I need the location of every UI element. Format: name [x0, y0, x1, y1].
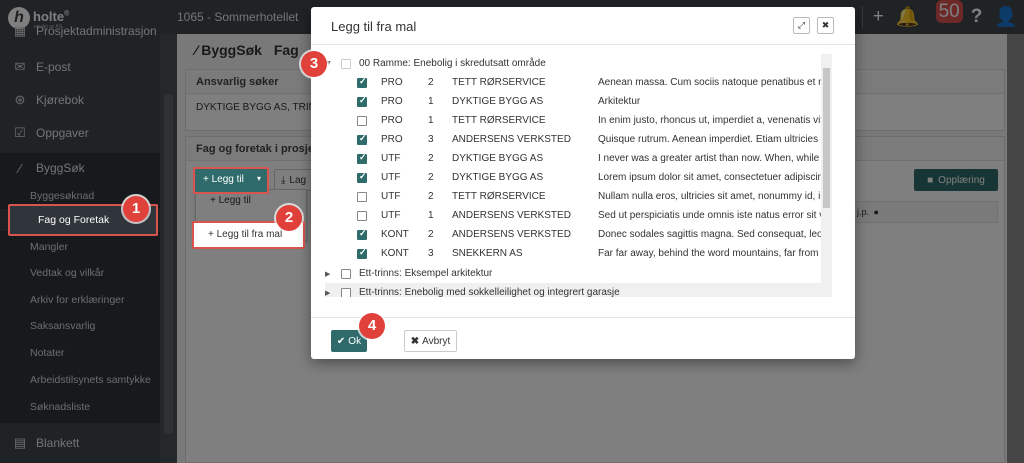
step-2-badge: 2	[276, 205, 302, 231]
table-row[interactable]: PRO3ANDERSENS VERKSTEDQuisque rutrum. Ae…	[325, 130, 826, 149]
row-checkbox[interactable]	[357, 247, 367, 259]
row-checkbox[interactable]	[357, 228, 367, 240]
group-checkbox[interactable]	[341, 268, 351, 279]
expand-icon[interactable]: ⤢	[793, 17, 810, 34]
table-row[interactable]: KONT2ANDERSENS VERKSTEDDonec sodales sag…	[325, 225, 826, 244]
group-checkbox[interactable]	[341, 58, 351, 69]
cancel-button[interactable]: ✖ Avbryt	[404, 330, 457, 352]
group-checkbox[interactable]	[341, 287, 351, 297]
table-row[interactable]: UTF 1 ANDERSENS VERKSTED Sed ut perspiciati…	[325, 206, 826, 225]
group-row[interactable]: ▶ Ett-trinns: Enebolig med sokkelleiligh…	[325, 283, 825, 297]
row-checkbox[interactable]	[357, 191, 367, 202]
table-row[interactable]: PRO1DYKTIGE BYGG ASArkitektur	[325, 92, 825, 111]
step-1-badge: 1	[123, 196, 149, 222]
close-icon: ✖	[410, 335, 420, 347]
template-tree: ▼ 00 Ramme: Enebolig i skredutsatt områd…	[325, 54, 836, 297]
caret-right-icon[interactable]: ▶	[325, 270, 335, 278]
table-row[interactable]: UTF 2 TETT RØRSERVICE Nullam nulla eros, ul…	[325, 187, 826, 206]
step-4-marker: 4	[359, 313, 385, 339]
table-row[interactable]: PRO2TETT RØRSERVICEAenean massa. Cum soc…	[325, 73, 826, 92]
group-row[interactable]: ▶ Ett-trinns: Eksempel arkitektur	[325, 264, 492, 283]
row-checkbox[interactable]	[357, 95, 367, 107]
group-row[interactable]: ▼ 00 Ramme: Enebolig i skredutsatt områd…	[325, 54, 546, 73]
row-checkbox[interactable]	[357, 115, 367, 126]
close-icon[interactable]: ✖	[817, 17, 834, 34]
step-3-marker: 3	[301, 51, 327, 77]
row-checkbox[interactable]	[357, 76, 367, 88]
tree-scroll-thumb[interactable]	[823, 68, 830, 208]
check-icon: ✔	[336, 335, 346, 347]
table-row[interactable]: UTF2DYKTIGE BYGG ASI never was a greater…	[325, 149, 826, 168]
dialog-title: Legg til fra mal	[331, 19, 417, 34]
row-checkbox[interactable]	[357, 171, 367, 183]
caret-right-icon[interactable]: ▶	[325, 289, 335, 297]
legg-til-fra-mal-dialog: Legg til fra mal ⤢ ✖ ▼ 00 Ramme: Eneboli…	[311, 7, 855, 359]
table-row[interactable]: PRO 1 TETT RØRSERVICE In enim justo, rhoncu…	[325, 111, 826, 130]
caret-down-icon: ▾	[257, 174, 262, 183]
tree-scrollbar[interactable]	[821, 54, 832, 297]
row-checkbox[interactable]	[357, 152, 367, 164]
table-row[interactable]: UTF2DYKTIGE BYGG ASLorem ipsum dolor sit…	[325, 168, 826, 187]
row-checkbox[interactable]	[357, 210, 367, 221]
row-checkbox[interactable]	[357, 133, 367, 145]
highlight-legg-til-top: + Legg til ▾	[193, 167, 269, 194]
table-row[interactable]: KONT3SNEKKERN ASFar far away, behind the…	[325, 244, 826, 263]
